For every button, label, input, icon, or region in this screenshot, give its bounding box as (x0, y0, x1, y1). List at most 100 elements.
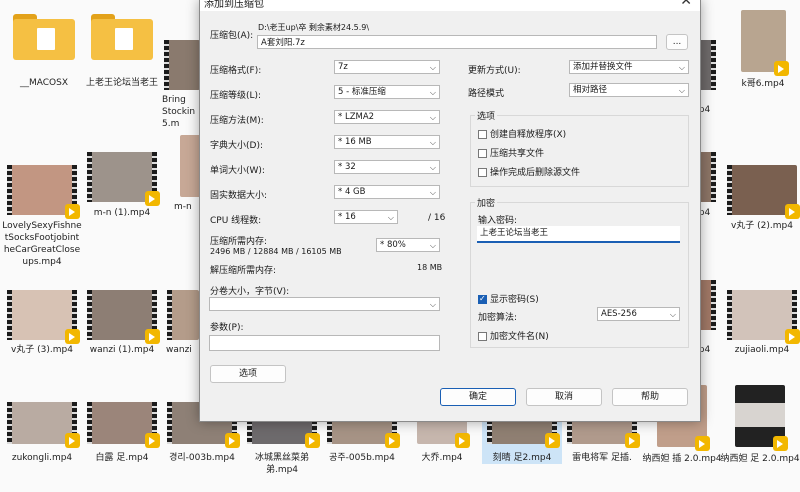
method-select[interactable]: * LZMA2 ⌵ (334, 110, 440, 124)
method-label: 压缩方法(M): (210, 116, 264, 126)
chevron-down-icon: ⌵ (429, 241, 436, 250)
file-name: 冰城黑丝菜弟弟.mp4 (254, 453, 309, 475)
close-icon[interactable]: ✕ (680, 0, 692, 9)
split-select[interactable]: ⌵ (209, 297, 440, 311)
file-name: 纳西妲 插 2.0.mp4 (642, 454, 722, 464)
params-label: 参数(P): (210, 323, 244, 333)
format-label: 压缩格式(F): (210, 66, 262, 76)
video-badge-icon (773, 61, 789, 76)
solid-select[interactable]: * 4 GB ⌵ (334, 185, 440, 199)
video-badge-icon (145, 433, 160, 448)
browse-button[interactable]: ... (666, 34, 688, 50)
video-thumbnail (164, 40, 200, 90)
level-label: 压缩等级(L): (210, 91, 262, 101)
show-password-checkbox[interactable]: 显示密码(S) (478, 292, 539, 305)
sfx-checkbox[interactable]: 创建自释放程序(X) (478, 127, 566, 140)
video-thumbnail (87, 152, 160, 206)
algorithm-select[interactable]: AES-256 ⌵ (597, 307, 680, 321)
file-name: 纳西妲 足 2.0.mp4 (720, 454, 800, 464)
video-file[interactable]: zujiaoli.mp4 (724, 290, 800, 356)
video-badge-icon (695, 436, 710, 451)
video-thumbnail (87, 402, 160, 448)
video-file[interactable]: Bring Stockin 5.m (162, 40, 202, 130)
file-name: v丸子 (3).mp4 (10, 345, 73, 355)
update-select[interactable]: 添加并替换文件 ⌵ (569, 60, 689, 74)
file-name: zukongli.mp4 (11, 453, 73, 463)
split-label: 分卷大小，字节(V): (210, 287, 290, 297)
file-name: Bring Stockin 5.m (162, 95, 196, 129)
dict-select[interactable]: * 16 MB ⌵ (334, 135, 440, 149)
decomp-value: 18 MB (417, 263, 443, 272)
path-select[interactable]: 相对路径 ⌵ (569, 83, 689, 97)
password-label: 输入密码: (478, 216, 518, 226)
file-name: m-n (1).mp4 (93, 208, 151, 218)
word-select[interactable]: * 32 ⌵ (334, 160, 440, 174)
cancel-button[interactable]: 取消 (526, 388, 602, 406)
chevron-down-icon: ⌵ (429, 188, 436, 197)
level-select[interactable]: 5 - 标准压缩 ⌵ (334, 85, 440, 99)
video-file[interactable]: zukongli.mp4 (2, 402, 82, 464)
file-name: 刻晴 足2.mp4 (492, 453, 552, 463)
video-file[interactable]: 白露 足.mp4 (82, 402, 162, 464)
video-file[interactable]: k哥6.mp4 (730, 10, 796, 90)
video-file[interactable]: m-n (1).mp4 (82, 152, 162, 219)
chevron-down-icon: ⌵ (387, 213, 394, 222)
solid-value: * 4 GB (338, 187, 366, 197)
video-badge-icon (145, 329, 160, 344)
file-name: 경리-003b.mp4 (169, 453, 235, 463)
video-thumbnail (727, 290, 800, 344)
video-file[interactable]: v丸子 (2).mp4 (724, 165, 800, 232)
checkbox-checked-icon (478, 294, 487, 304)
file-name: 白露 足.mp4 (95, 453, 149, 463)
video-thumbnail (740, 10, 789, 76)
video-badge-icon (145, 191, 160, 206)
video-file[interactable]: m-n (160, 135, 202, 213)
cpu-label: CPU 线程数: (210, 216, 262, 226)
algorithm-value: AES-256 (601, 309, 637, 319)
delete-source-checkbox[interactable]: 操作完成后删除源文件 (478, 165, 580, 178)
video-thumbnail (7, 402, 80, 448)
shared-checkbox[interactable]: 压缩共享文件 (478, 146, 544, 159)
cpu-select[interactable]: * 16 ⌵ (334, 210, 398, 224)
mem-percent-value: * 80% (380, 240, 406, 250)
checkbox-icon (478, 332, 487, 341)
ok-button[interactable]: 确定 (440, 388, 516, 406)
video-badge-icon (385, 433, 400, 448)
video-file[interactable]: 纳西妲 足 2.0.mp4 (720, 385, 800, 465)
word-label: 单词大小(W): (210, 166, 265, 176)
format-value: 7z (338, 62, 348, 72)
file-name: LovelySexyFishnetSocksFootjobintheCarGre… (2, 221, 82, 267)
help-button[interactable]: 帮助 (612, 388, 688, 406)
video-thumbnail (87, 290, 160, 344)
archive-name-input[interactable]: A套刘阳.7z (257, 35, 657, 49)
dialog-title: 添加到压缩包 (204, 0, 264, 10)
dialog-titlebar[interactable]: 添加到压缩包 ✕ (200, 0, 700, 11)
shared-label: 压缩共享文件 (490, 149, 545, 159)
chevron-down-icon: ⌵ (429, 113, 436, 122)
file-name: 공주-005b.mp4 (329, 453, 395, 463)
password-input[interactable]: 上老王论坛当老王 (477, 226, 680, 243)
archive-label: 压缩包(A): (210, 31, 254, 41)
video-badge-icon (65, 204, 80, 219)
update-label: 更新方式(U): (468, 66, 521, 76)
mem-percent-select[interactable]: * 80% ⌵ (376, 238, 440, 252)
video-file[interactable]: LovelySexyFishnetSocksFootjobintheCarGre… (2, 165, 82, 268)
folder-laowang[interactable]: 上老王论坛当老王 (82, 12, 162, 89)
params-input[interactable] (209, 335, 440, 351)
chevron-down-icon: ⌵ (429, 63, 436, 72)
chevron-down-icon: ⌵ (429, 163, 436, 172)
cpu-value: * 16 (338, 212, 356, 222)
chevron-down-icon: ⌵ (429, 300, 436, 309)
video-file[interactable]: v丸子 (3).mp4 (2, 290, 82, 356)
path-label: 路径模式 (468, 89, 505, 99)
format-select[interactable]: 7z ⌵ (334, 60, 440, 74)
folder-macosx[interactable]: __MACOSX (4, 12, 84, 89)
options-button[interactable]: 选项 (210, 365, 286, 383)
video-file[interactable]: wanzi (1).mp4 (82, 290, 162, 356)
folder-icon (13, 14, 75, 60)
encrypt-names-checkbox[interactable]: 加密文件名(N) (478, 329, 549, 342)
video-file[interactable]: wanzi (166, 290, 200, 356)
file-name: __MACOSX (19, 78, 68, 88)
file-name: m-n (174, 202, 192, 212)
mem-detail: 2496 MB / 12884 MB / 16105 MB (210, 247, 342, 256)
